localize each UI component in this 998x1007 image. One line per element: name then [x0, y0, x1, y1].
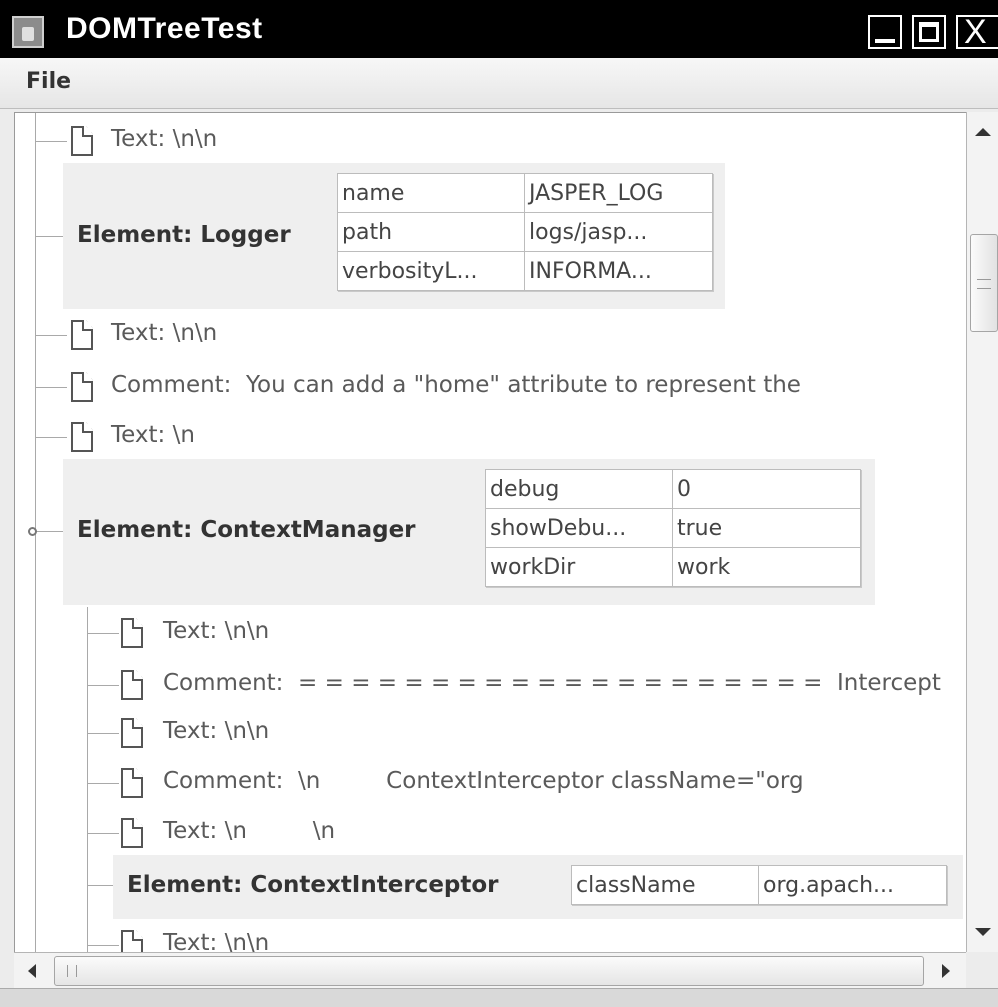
tree-connector [87, 783, 119, 784]
attribute-row[interactable]: className org.apach... [571, 865, 947, 905]
window-title: DOMTreeTest [66, 12, 263, 45]
window-bottom-edge [0, 988, 998, 1007]
attribute-row[interactable]: verbosityL... INFORMA... [337, 251, 713, 291]
node-label: Comment: \n ContextInterceptor className… [163, 768, 804, 794]
node-label: Text: \n \n [163, 818, 336, 844]
attribute-row[interactable]: workDir work [485, 547, 861, 587]
node-label: Text: \n\n [163, 618, 270, 644]
close-icon: X [964, 13, 987, 51]
node-label: Text: \n [111, 422, 195, 448]
tree-connector [35, 531, 63, 532]
vertical-scrollbar[interactable] [966, 112, 998, 952]
element-label: Element: ContextInterceptor [127, 872, 499, 898]
tree-node-text[interactable]: Text: \n\n [15, 311, 967, 359]
tree-connector [87, 945, 119, 946]
title-bar[interactable]: DOMTreeTest X [0, 0, 998, 58]
document-icon [121, 670, 143, 700]
scroll-left-icon[interactable] [14, 953, 54, 989]
dom-tree[interactable]: Text: \n\n Element: Logger name JASPER_L… [14, 112, 967, 953]
vertical-scroll-thumb[interactable] [970, 234, 998, 332]
attribute-value: true [672, 508, 861, 548]
tree-node-comment[interactable]: Comment: = = = = = = = = = = = = = = = =… [15, 661, 967, 709]
document-icon [71, 320, 93, 350]
horizontal-scrollbar[interactable] [14, 952, 966, 989]
document-icon [71, 126, 93, 156]
node-label: Text: \n\n [163, 718, 270, 744]
attribute-name: workDir [485, 547, 673, 587]
document-icon [121, 768, 143, 798]
tree-connector [87, 885, 113, 886]
tree-node-text[interactable]: Text: \n\n [15, 921, 967, 953]
tree-connector [35, 141, 67, 142]
scroll-down-icon[interactable] [967, 912, 998, 952]
tree-node-text[interactable]: Text: \n\n [15, 117, 967, 165]
node-label: Comment: = = = = = = = = = = = = = = = =… [163, 670, 941, 696]
tree-connector [35, 437, 67, 438]
tree-connector [87, 685, 119, 686]
document-icon [121, 930, 143, 953]
java-cup-icon[interactable] [12, 16, 44, 48]
collapse-handle-icon[interactable] [28, 527, 37, 536]
menu-bar: File [0, 58, 998, 109]
app-window: DOMTreeTest X File Text: \n\n Element: L… [0, 0, 998, 1007]
attribute-value: INFORMA... [524, 251, 713, 291]
element-label: Element: Logger [77, 222, 291, 248]
tree-connector [35, 335, 67, 336]
attribute-name: debug [485, 469, 673, 509]
attribute-name: path [337, 212, 525, 252]
tree-connector [35, 387, 67, 388]
attribute-value: work [672, 547, 861, 587]
attribute-name: verbosityL... [337, 251, 525, 291]
horizontal-scroll-thumb[interactable] [54, 956, 924, 986]
minimize-icon[interactable] [868, 15, 902, 49]
document-icon [121, 718, 143, 748]
attribute-name: className [571, 865, 759, 905]
scroll-corner [966, 952, 998, 988]
tree-connector [87, 833, 119, 834]
scroll-right-icon[interactable] [926, 953, 966, 989]
document-icon [121, 818, 143, 848]
document-icon [121, 618, 143, 648]
attribute-table: className org.apach... [571, 865, 947, 905]
close-button[interactable]: X [956, 13, 998, 51]
attribute-row[interactable]: debug 0 [485, 469, 861, 509]
scroll-up-icon[interactable] [967, 112, 998, 152]
attribute-value: logs/jasp... [524, 212, 713, 252]
tree-node-text[interactable]: Text: \n [15, 413, 967, 461]
document-icon [71, 372, 93, 402]
attribute-table: debug 0 showDebu... true workDir work [485, 469, 861, 587]
tree-connector [87, 733, 119, 734]
tree-node-element-contextmanager[interactable]: Element: ContextManager debug 0 showDebu… [63, 459, 875, 605]
grip-icon [67, 965, 77, 977]
tree-node-element-logger[interactable]: Element: Logger name JASPER_LOG path log… [63, 163, 725, 309]
attribute-value: 0 [672, 469, 861, 509]
menu-file[interactable]: File [26, 69, 71, 94]
attribute-name: showDebu... [485, 508, 673, 548]
tree-connector [87, 633, 119, 634]
tree-connector [35, 236, 63, 237]
node-label: Comment: You can add a "home" attribute … [111, 372, 801, 398]
attribute-row[interactable]: path logs/jasp... [337, 212, 713, 252]
node-label: Text: \n\n [163, 930, 270, 953]
element-label: Element: ContextManager [77, 517, 416, 543]
maximize-icon[interactable] [912, 15, 946, 49]
node-label: Text: \n\n [111, 320, 218, 346]
tree-node-text[interactable]: Text: \n \n [15, 809, 967, 857]
tree-node-comment[interactable]: Comment: You can add a "home" attribute … [15, 363, 967, 411]
attribute-name: name [337, 173, 525, 213]
attribute-table: name JASPER_LOG path logs/jasp... verbos… [337, 173, 713, 291]
node-label: Text: \n\n [111, 126, 218, 152]
tree-node-text[interactable]: Text: \n\n [15, 609, 967, 657]
attribute-row[interactable]: showDebu... true [485, 508, 861, 548]
attribute-value: org.apach... [758, 865, 947, 905]
tree-node-element-contextinterceptor[interactable]: Element: ContextInterceptor className or… [113, 855, 963, 919]
tree-node-comment[interactable]: Comment: \n ContextInterceptor className… [15, 759, 967, 807]
attribute-value: JASPER_LOG [524, 173, 713, 213]
attribute-row[interactable]: name JASPER_LOG [337, 173, 713, 213]
tree-node-text[interactable]: Text: \n\n [15, 709, 967, 757]
grip-icon [977, 279, 991, 289]
document-icon [71, 422, 93, 452]
